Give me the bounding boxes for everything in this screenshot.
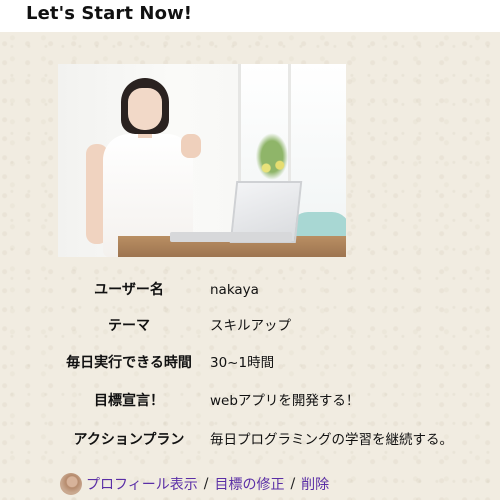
goal-value: webアプリを開発する！: [210, 393, 360, 409]
action-links: プロフィール表示 / 目標の修正 / 削除: [60, 472, 329, 496]
profile-row-action-plan: アクションプラン 毎日プログラミングの学習を継続する。: [55, 424, 475, 460]
header-bar: Let's Start Now!: [0, 0, 500, 32]
goal-label: 目標宣言！: [94, 393, 164, 409]
separator: /: [203, 476, 209, 492]
profile-row-daily-time: 毎日実行できる時間 30~1時間: [55, 347, 475, 383]
edit-goal-link[interactable]: 目標の修正: [214, 474, 284, 494]
avatar[interactable]: [60, 473, 82, 495]
action-plan-value: 毎日プログラミングの学習を継続する。: [210, 432, 453, 448]
action-plan-label: アクションプラン: [73, 432, 185, 448]
theme-label: テーマ: [108, 318, 150, 334]
username-label: ユーザー名: [94, 282, 164, 298]
profile-row-goal: 目標宣言！ webアプリを開発する！: [55, 385, 475, 421]
profile-view-link[interactable]: プロフィール表示: [86, 474, 198, 494]
username-value: nakaya: [210, 282, 259, 298]
daily-time-value: 30~1時間: [210, 355, 275, 371]
daily-time-label: 毎日実行できる時間: [66, 355, 192, 371]
delete-link[interactable]: 削除: [301, 474, 329, 494]
hero-image: [58, 64, 346, 257]
profile-row-username: ユーザー名 nakaya: [55, 274, 475, 310]
profile-row-theme: テーマ スキルアップ: [55, 310, 475, 346]
separator: /: [290, 476, 296, 492]
page-title: Let's Start Now!: [26, 3, 193, 24]
theme-value: スキルアップ: [210, 318, 291, 334]
